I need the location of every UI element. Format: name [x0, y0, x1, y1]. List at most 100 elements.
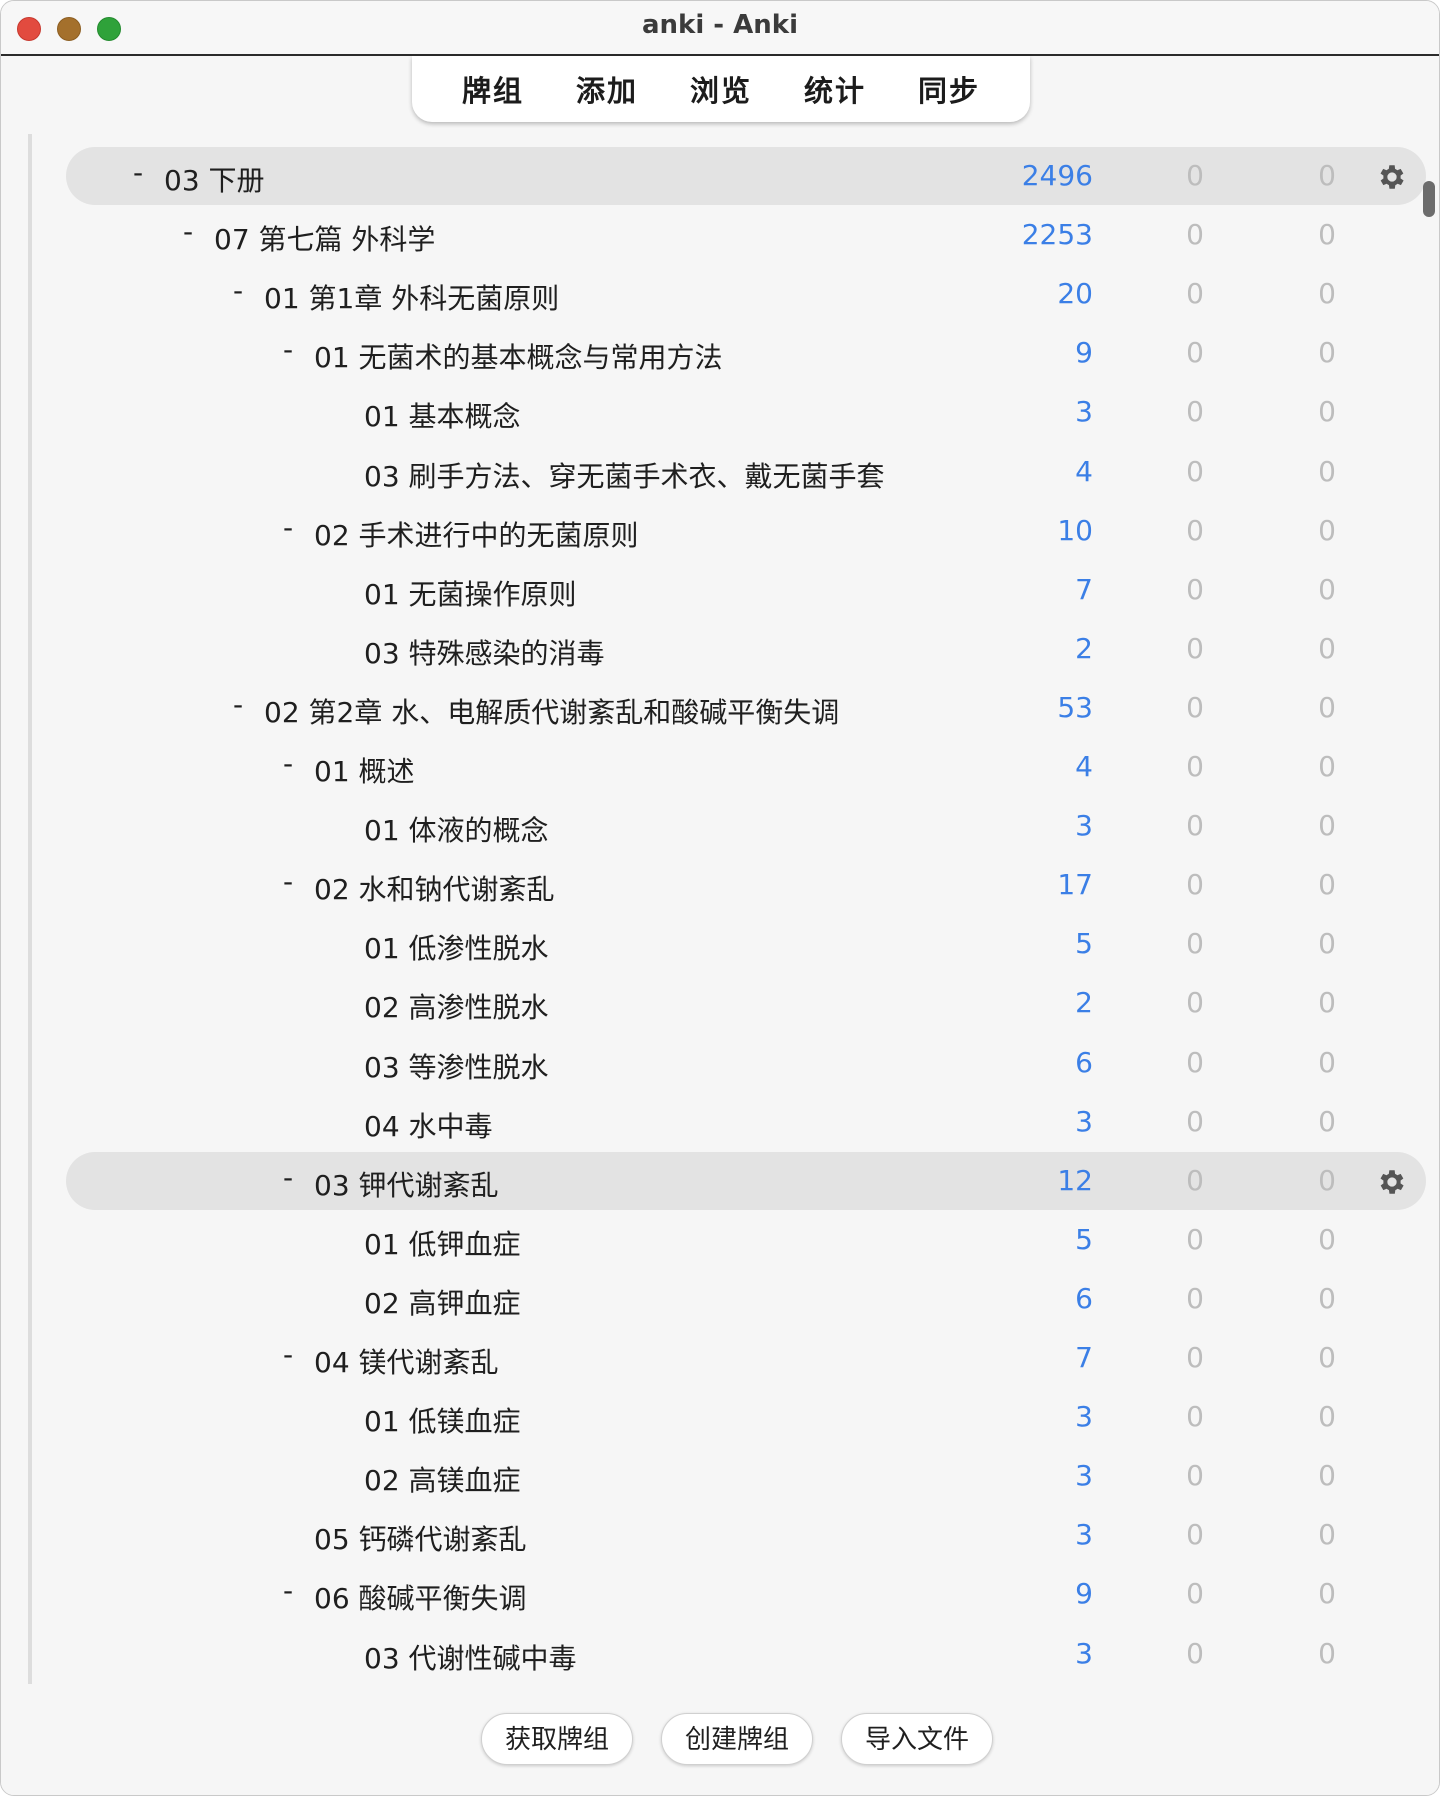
collapse-toggle[interactable]: -	[283, 1574, 293, 1607]
deck-name[interactable]: 03 特殊感染的消毒	[364, 632, 605, 672]
collapse-toggle[interactable]: -	[183, 215, 193, 248]
create-deck-button[interactable]: 创建牌组	[661, 1713, 813, 1765]
due-count: 9	[1075, 1577, 1093, 1611]
deck-name[interactable]: 04 镁代谢紊乱	[314, 1341, 499, 1381]
deck-row[interactable]: -06 酸碱平衡失调 9 0 0	[66, 1565, 1426, 1623]
collapse-toggle[interactable]: -	[283, 747, 293, 780]
due-count: 3	[1075, 395, 1093, 429]
deck-name[interactable]: 01 低镁血症	[364, 1400, 521, 1440]
collapse-toggle[interactable]: -	[283, 511, 293, 544]
deck-name[interactable]: 03 下册	[164, 159, 265, 199]
deck-name[interactable]: 03 代谢性碱中毒	[364, 1637, 577, 1677]
deck-name[interactable]: 02 水和钠代谢紊乱	[314, 868, 555, 908]
deck-name[interactable]: 01 第1章 外科无菌原则	[264, 277, 559, 317]
deck-row[interactable]: -01 无菌术的基本概念与常用方法 9 0 0	[66, 324, 1426, 382]
deck-row[interactable]: -07 第七篇 外科学 2253 0 0	[66, 206, 1426, 264]
deck-row[interactable]: -02 第2章 水、电解质代谢紊乱和酸碱平衡失调 53 0 0	[66, 679, 1426, 737]
collapse-toggle[interactable]: -	[283, 1338, 293, 1371]
toolbar-decks-button[interactable]: 牌组	[462, 68, 524, 110]
deck-name[interactable]: 01 低渗性脱水	[364, 927, 549, 967]
learn-count: 0	[1186, 927, 1204, 961]
deck-row[interactable]: 03 刷手方法、穿无菌手术衣、戴无菌手套 4 0 0	[66, 443, 1426, 501]
deck-row[interactable]: 01 无菌操作原则 7 0 0	[66, 561, 1426, 619]
deck-row[interactable]: 04 水中毒 3 0 0	[66, 1093, 1426, 1151]
deck-name[interactable]: 06 酸碱平衡失调	[314, 1577, 527, 1617]
deck-row[interactable]: 01 低镁血症 3 0 0	[66, 1388, 1426, 1446]
deck-name[interactable]: 01 基本概念	[364, 395, 521, 435]
scrollbar-thumb[interactable]	[1423, 181, 1435, 217]
deck-name[interactable]: 02 高镁血症	[364, 1459, 521, 1499]
toolbar-browse-button[interactable]: 浏览	[690, 68, 752, 110]
new-count: 0	[1318, 1104, 1336, 1138]
deck-name[interactable]: 03 等渗性脱水	[364, 1046, 549, 1086]
deck-row[interactable]: -02 水和钠代谢紊乱 17 0 0	[66, 856, 1426, 914]
toolbar-stats-button[interactable]: 统计	[804, 68, 866, 110]
learn-count: 0	[1186, 1518, 1204, 1552]
deck-name[interactable]: 01 体液的概念	[364, 809, 549, 849]
deck-name[interactable]: 02 手术进行中的无菌原则	[314, 514, 639, 554]
learn-count: 0	[1186, 1222, 1204, 1256]
collapse-toggle[interactable]: -	[133, 156, 143, 189]
get-shared-decks-button[interactable]: 获取牌组	[481, 1713, 633, 1765]
deck-row[interactable]: -03 钾代谢紊乱 12 0 0	[66, 1151, 1426, 1210]
deck-name[interactable]: 02 高渗性脱水	[364, 986, 549, 1026]
deck-row[interactable]: 01 基本概念 3 0 0	[66, 383, 1426, 441]
deck-row[interactable]: 02 高镁血症 3 0 0	[66, 1447, 1426, 1505]
learn-count: 0	[1186, 395, 1204, 429]
new-count: 0	[1318, 1045, 1336, 1079]
deck-row[interactable]: 01 低钾血症 5 0 0	[66, 1211, 1426, 1269]
collapse-toggle[interactable]: -	[233, 688, 243, 721]
due-count: 10	[1057, 513, 1093, 547]
learn-count: 0	[1186, 1400, 1204, 1434]
deck-name[interactable]: 03 钾代谢紊乱	[314, 1164, 499, 1204]
learn-count: 0	[1186, 986, 1204, 1020]
deck-row[interactable]: 02 高钾血症 6 0 0	[66, 1270, 1426, 1328]
import-file-button[interactable]: 导入文件	[841, 1713, 993, 1765]
deck-name[interactable]: 01 无菌操作原则	[364, 573, 577, 613]
collapse-toggle[interactable]: -	[283, 1161, 293, 1194]
gear-icon[interactable]	[1376, 1166, 1408, 1198]
bottom-bar: 获取牌组 创建牌组 导入文件	[1, 1685, 1439, 1795]
deck-row[interactable]: -03 下册 2496 0 0	[66, 147, 1426, 205]
deck-name[interactable]: 04 水中毒	[364, 1105, 493, 1145]
new-count: 0	[1318, 1222, 1336, 1256]
due-count: 7	[1075, 1341, 1093, 1374]
gear-icon[interactable]	[1376, 161, 1408, 193]
collapse-toggle[interactable]: -	[283, 333, 293, 366]
new-count: 0	[1318, 159, 1336, 192]
deck-name[interactable]: 01 无菌术的基本概念与常用方法	[314, 336, 723, 376]
toolbar-add-button[interactable]: 添加	[576, 68, 638, 110]
deck-row[interactable]: -04 镁代谢紊乱 7 0 0	[66, 1329, 1426, 1387]
main-toolbar: 牌组 添加 浏览 统计 同步	[412, 56, 1030, 122]
deck-row[interactable]: 02 高渗性脱水 2 0 0	[66, 974, 1426, 1032]
new-count: 0	[1318, 809, 1336, 843]
title-bar: anki - Anki	[1, 1, 1439, 56]
new-count: 0	[1318, 513, 1336, 547]
deck-name[interactable]: 01 低钾血症	[364, 1223, 521, 1263]
new-count: 0	[1318, 986, 1336, 1020]
due-count: 3	[1075, 809, 1093, 843]
deck-name[interactable]: 01 概述	[314, 750, 415, 790]
deck-row[interactable]: -01 第1章 外科无菌原则 20 0 0	[66, 265, 1426, 323]
deck-row[interactable]: 03 代谢性碱中毒 3 0 0	[66, 1625, 1426, 1683]
toolbar-sync-button[interactable]: 同步	[918, 68, 980, 110]
deck-row[interactable]: 01 体液的概念 3 0 0	[66, 797, 1426, 855]
deck-name[interactable]: 05 钙磷代谢紊乱	[314, 1518, 527, 1558]
collapse-toggle[interactable]: -	[233, 274, 243, 307]
deck-row[interactable]: 03 等渗性脱水 6 0 0	[66, 1034, 1426, 1092]
learn-count: 0	[1186, 1341, 1204, 1374]
deck-name[interactable]: 02 高钾血症	[364, 1282, 521, 1322]
deck-row[interactable]: 03 特殊感染的消毒 2 0 0	[66, 620, 1426, 678]
deck-row[interactable]: 01 低渗性脱水 5 0 0	[66, 915, 1426, 973]
collapse-toggle[interactable]: -	[283, 865, 293, 898]
deck-row[interactable]: 05 钙磷代谢紊乱 3 0 0	[66, 1506, 1426, 1564]
deck-name[interactable]: 07 第七篇 外科学	[214, 218, 435, 258]
deck-name[interactable]: 03 刷手方法、穿无菌手术衣、戴无菌手套	[364, 455, 885, 495]
deck-row[interactable]: -01 概述 4 0 0	[66, 738, 1426, 796]
learn-count: 0	[1186, 1104, 1204, 1138]
deck-row[interactable]: -02 手术进行中的无菌原则 10 0 0	[66, 502, 1426, 560]
due-count: 2	[1075, 986, 1093, 1020]
deck-name[interactable]: 02 第2章 水、电解质代谢紊乱和酸碱平衡失调	[264, 691, 839, 731]
due-count: 12	[1057, 1163, 1093, 1197]
new-count: 0	[1318, 277, 1336, 311]
